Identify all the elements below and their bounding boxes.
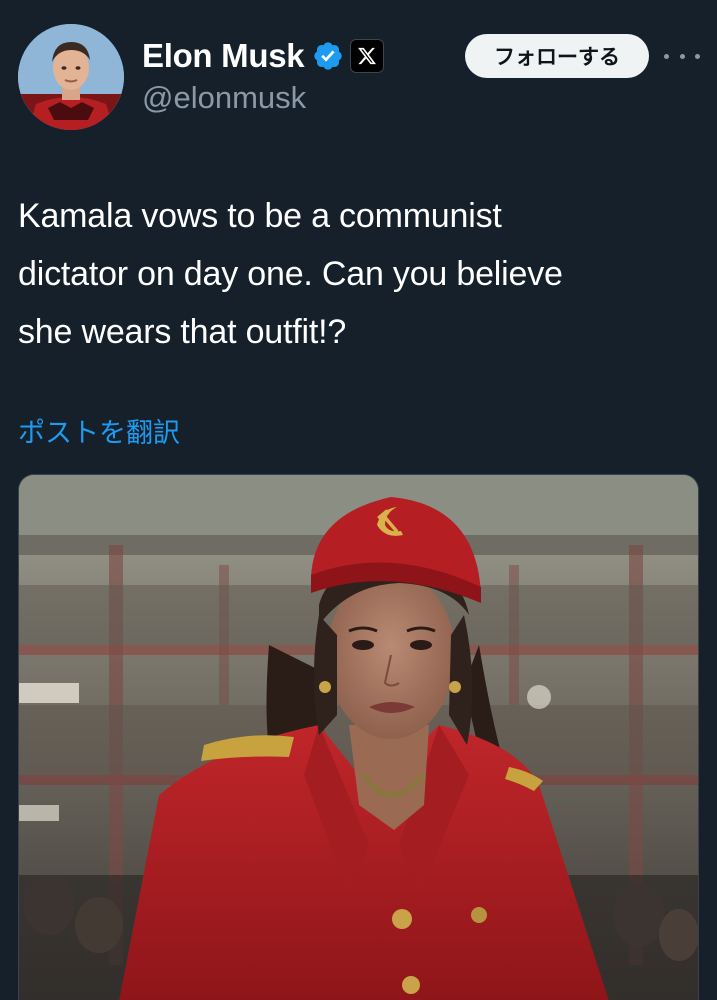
post-media-image[interactable]: [18, 474, 699, 1000]
author-display-name[interactable]: Elon Musk: [142, 37, 305, 75]
follow-button[interactable]: フォローする: [465, 34, 649, 78]
tweet-text: Kamala vows to be a communist dictator o…: [18, 197, 563, 351]
translate-post-link[interactable]: ポストを翻訳: [18, 411, 180, 450]
x-logo-icon[interactable]: [350, 39, 385, 73]
author-handle[interactable]: @elonmusk: [142, 80, 306, 116]
post-photo: [19, 475, 698, 1000]
more-options-icon[interactable]: [664, 44, 700, 68]
avatar-image: [18, 24, 124, 130]
author-name-row: Elon Musk: [142, 34, 385, 78]
author-avatar[interactable]: [18, 24, 124, 130]
verified-badge-icon[interactable]: [312, 40, 344, 72]
